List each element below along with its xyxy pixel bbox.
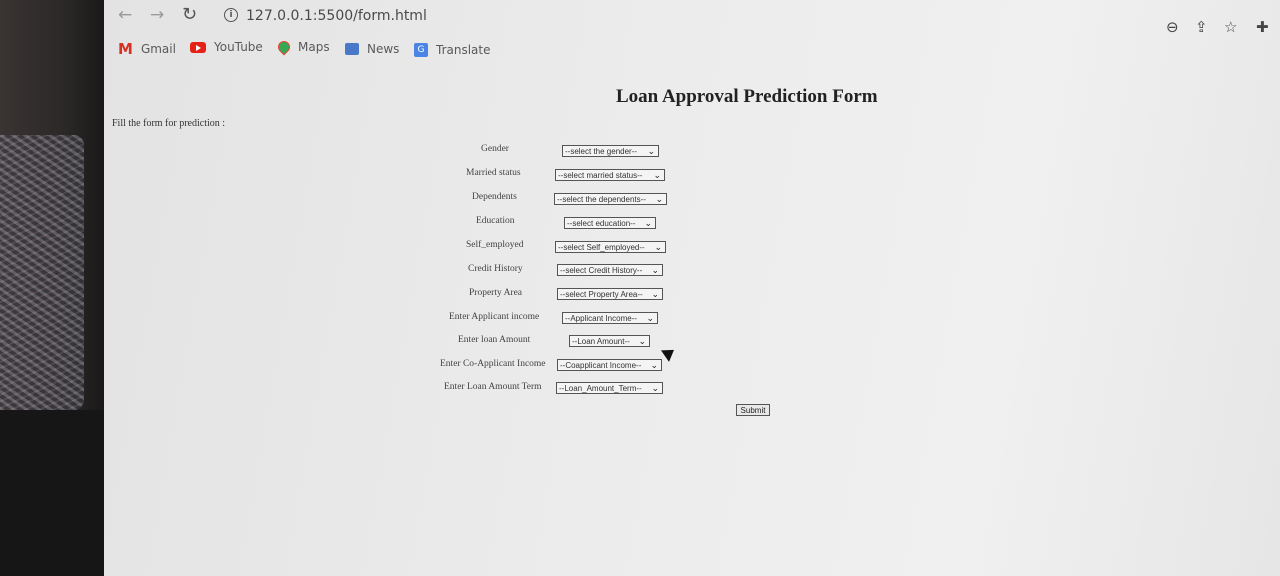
education-label: Education: [476, 216, 515, 226]
gender-select[interactable]: --select the gender-- ⌄: [562, 145, 659, 157]
monitor-bezel-lower: [0, 410, 104, 576]
bookmark-youtube[interactable]: YouTube: [190, 40, 263, 54]
submit-button[interactable]: Submit: [736, 404, 770, 416]
applicant-income-label: Enter Applicant income: [449, 312, 540, 322]
credit-history-select-value: --select Credit History--: [560, 266, 643, 275]
address-bar[interactable]: 127.0.0.1:5500/form.html: [246, 8, 427, 24]
bookmark-label: Maps: [298, 40, 330, 54]
bookmark-gmail[interactable]: M Gmail: [118, 40, 176, 58]
loan-term-select-value: --Loan_Amount_Term--: [559, 384, 642, 393]
chevron-down-icon: ⌄: [654, 242, 662, 252]
page-title: Loan Approval Prediction Form: [616, 86, 878, 107]
bookmark-label: Translate: [436, 43, 491, 57]
maps-icon: [275, 38, 293, 56]
self-employed-select[interactable]: --select Self_employed-- ⌄: [555, 241, 666, 253]
site-info-icon[interactable]: i: [224, 8, 238, 22]
property-area-select[interactable]: --select Property Area-- ⌄: [557, 288, 663, 300]
chevron-down-icon: ⌄: [646, 313, 654, 323]
coapplicant-income-select-value: --Coapplicant Income--: [560, 361, 642, 370]
loan-term-label: Enter Loan Amount Term: [444, 382, 542, 392]
chevron-down-icon: ⌄: [644, 218, 652, 228]
chevron-down-icon: ⌄: [638, 336, 646, 346]
browser-toolbar: ← → ↻ i 127.0.0.1:5500/form.html ⊖ ⇪ ☆ ✚: [104, 0, 1280, 36]
loan-amount-select[interactable]: --Loan Amount-- ⌄: [569, 335, 650, 347]
reload-icon[interactable]: ↻: [182, 4, 197, 25]
loan-amount-label: Enter loan Amount: [458, 335, 531, 345]
dependents-select[interactable]: --select the dependents-- ⌄: [554, 193, 667, 205]
credit-history-select[interactable]: --select Credit History-- ⌄: [557, 264, 663, 276]
bookmark-translate[interactable]: G Translate: [414, 43, 491, 57]
dependents-select-value: --select the dependents--: [557, 195, 646, 204]
chevron-down-icon: ⌄: [651, 383, 659, 393]
chevron-down-icon: ⌄: [647, 146, 655, 156]
youtube-icon: [190, 41, 206, 53]
bookmark-maps[interactable]: Maps: [275, 38, 330, 56]
married-status-select[interactable]: --select married status-- ⌄: [555, 169, 665, 181]
education-select-value: --select education--: [567, 219, 636, 228]
chevron-down-icon: ⌄: [655, 194, 663, 204]
property-area-select-value: --select Property Area--: [560, 290, 643, 299]
self-employed-select-value: --select Self_employed--: [558, 243, 645, 252]
background-fabric: [0, 135, 84, 410]
gender-select-value: --select the gender--: [565, 147, 638, 156]
browser-window: ← → ↻ i 127.0.0.1:5500/form.html ⊖ ⇪ ☆ ✚…: [104, 0, 1280, 576]
property-area-label: Property Area: [469, 288, 523, 298]
translate-icon: G: [414, 43, 428, 57]
chevron-down-icon: ⌄: [651, 289, 659, 299]
chevron-down-icon: ⌄: [653, 170, 661, 180]
chevron-down-icon: ⌄: [651, 265, 659, 275]
married-status-label: Married status: [466, 168, 521, 178]
bookmark-label: News: [367, 42, 400, 56]
forward-icon[interactable]: →: [150, 5, 164, 25]
loan-term-select[interactable]: --Loan_Amount_Term-- ⌄: [556, 382, 663, 394]
back-icon[interactable]: ←: [118, 5, 132, 25]
mouse-cursor-icon: [660, 344, 679, 362]
chevron-down-icon: ⌄: [650, 360, 658, 370]
bookmark-label: YouTube: [214, 40, 263, 54]
coapplicant-income-select[interactable]: --Coapplicant Income-- ⌄: [557, 359, 662, 371]
bookmark-news[interactable]: News: [345, 42, 399, 56]
married-status-select-value: --select married status--: [558, 171, 643, 180]
news-icon: [345, 43, 359, 55]
self-employed-label: Self_employed: [466, 240, 524, 250]
bookmark-label: Gmail: [140, 42, 176, 56]
loan-amount-select-value: --Loan Amount--: [572, 337, 630, 346]
credit-history-label: Credit History: [468, 264, 523, 274]
education-select[interactable]: --select education-- ⌄: [564, 217, 656, 229]
gmail-icon: M: [118, 40, 133, 58]
bookmarks-bar: M Gmail YouTube Maps News G Translate: [104, 34, 1280, 64]
applicant-income-select[interactable]: --Applicant Income-- ⌄: [562, 312, 658, 324]
form-instruction: Fill the form for prediction :: [112, 118, 226, 129]
applicant-income-select-value: --Applicant Income--: [565, 314, 638, 323]
coapplicant-income-label: Enter Co-Applicant Income: [440, 359, 546, 369]
dependents-label: Dependents: [472, 192, 517, 202]
gender-label: Gender: [481, 144, 509, 154]
